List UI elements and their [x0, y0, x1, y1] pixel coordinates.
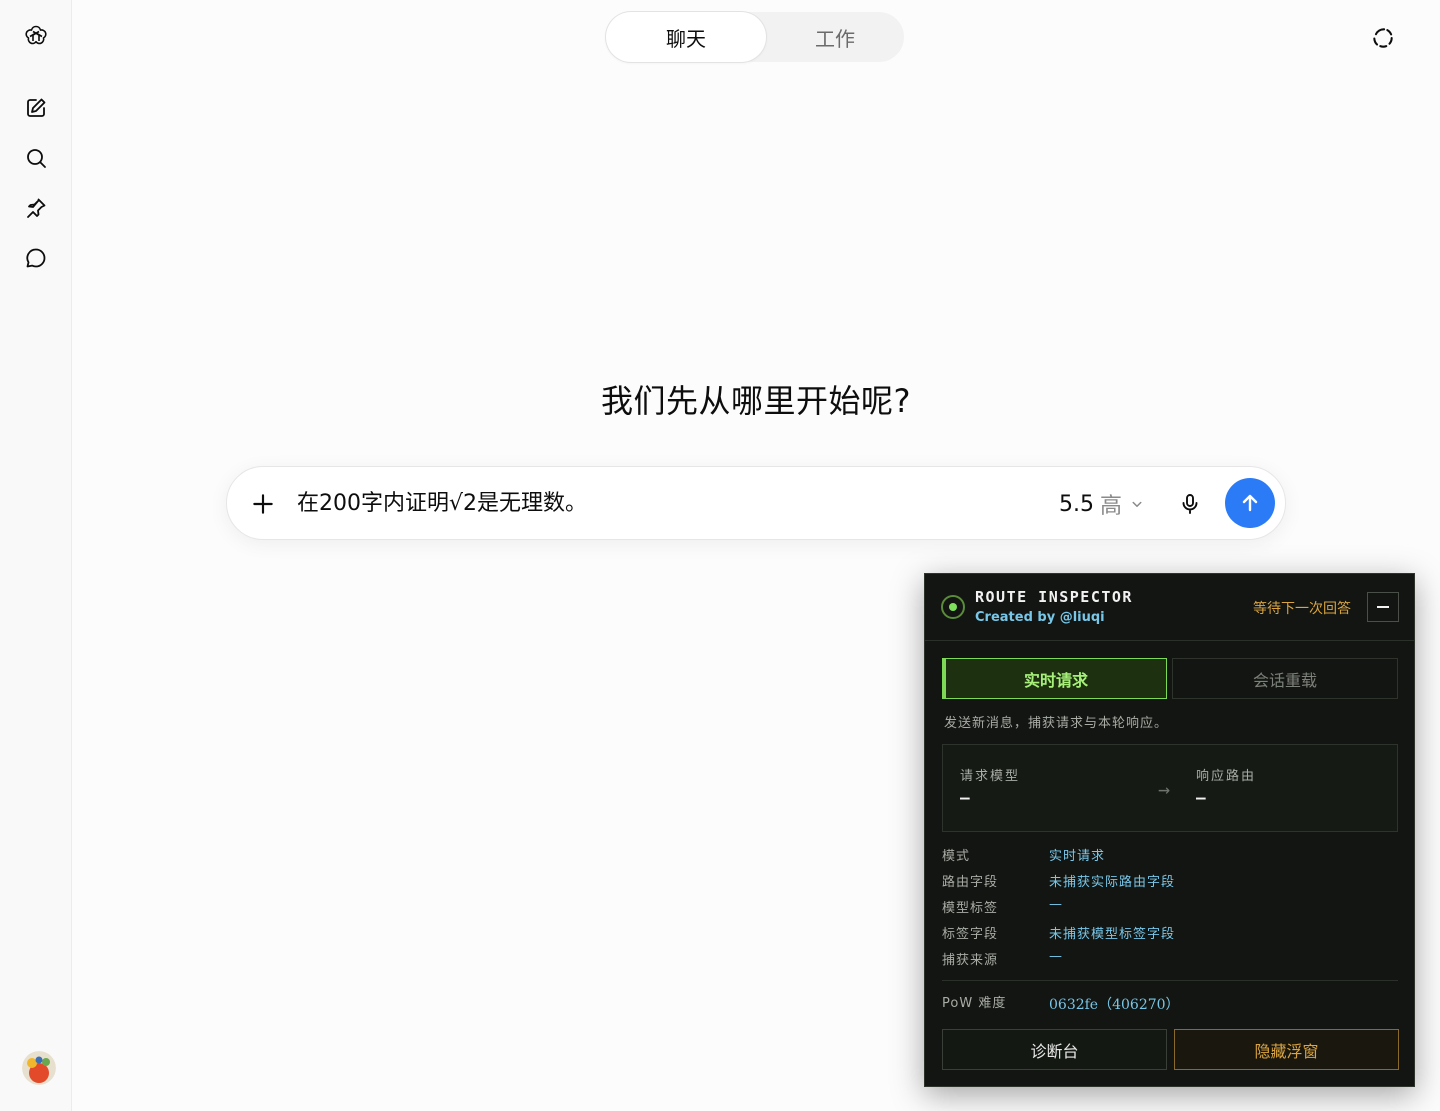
- pow-value: 0632fe（406270）: [1049, 997, 1180, 1013]
- chats-button[interactable]: [16, 238, 56, 278]
- response-route-label: 响应路由: [1196, 769, 1257, 784]
- inspector-header: ROUTE INSPECTOR Created by @liuqi 等待下一次回…: [925, 574, 1414, 641]
- status-dot-icon: [941, 595, 965, 619]
- info-value: —: [1049, 949, 1063, 964]
- model-selector[interactable]: 5.5 高: [1059, 487, 1146, 521]
- pin-button[interactable]: [16, 188, 56, 228]
- temporary-chat-icon: [1373, 28, 1393, 48]
- info-row-capture-source: 捕获来源 —: [942, 949, 1398, 969]
- info-key: 路由字段: [942, 875, 999, 890]
- avatar-image-icon: [22, 1051, 56, 1085]
- voice-input-button[interactable]: [1171, 485, 1209, 523]
- model-level: 高: [1100, 494, 1123, 519]
- attach-button[interactable]: [243, 484, 283, 524]
- search-icon: [27, 149, 46, 168]
- minus-icon: [1377, 606, 1389, 608]
- temporary-chat-button[interactable]: [1365, 20, 1401, 56]
- arrow-right-icon: →: [1158, 777, 1171, 801]
- info-value: 未捕获实际路由字段: [1049, 875, 1176, 890]
- hide-panel-button[interactable]: 隐藏浮窗: [1174, 1029, 1399, 1070]
- info-value: —: [1049, 897, 1063, 912]
- sidebar: [0, 0, 72, 1111]
- search-button[interactable]: [16, 138, 56, 178]
- arrow-up-icon: [1242, 494, 1258, 512]
- mode-switch: 聊天 工作: [606, 12, 904, 62]
- info-row-mode: 模式 实时请求: [942, 845, 1398, 865]
- user-avatar[interactable]: [22, 1051, 56, 1085]
- chat-bubble-icon: [26, 248, 46, 268]
- info-key: 模型标签: [942, 901, 999, 916]
- diagnostics-button[interactable]: 诊断台: [942, 1029, 1167, 1070]
- divider: [942, 980, 1398, 981]
- info-key: 标签字段: [942, 927, 999, 942]
- prompt-input[interactable]: 在200字内证明√2是无理数。: [297, 489, 997, 519]
- info-key: 模式: [942, 849, 971, 864]
- tab-chat[interactable]: 聊天: [606, 12, 766, 62]
- request-model-value: —: [960, 788, 970, 807]
- tab-live-request[interactable]: 实时请求: [942, 658, 1167, 699]
- minimize-button[interactable]: [1367, 592, 1399, 622]
- route-summary: 请求模型 — → 响应路由 —: [942, 744, 1398, 832]
- info-key: 捕获来源: [942, 953, 999, 968]
- inspector-status: 等待下一次回答: [1253, 601, 1351, 617]
- plus-icon: [253, 494, 273, 514]
- inspector-subtitle: Created by @liuqi: [975, 610, 1105, 625]
- model-version: 5.5: [1059, 491, 1094, 517]
- page-title: 我们先从哪里开始呢?: [601, 382, 911, 420]
- send-button[interactable]: [1225, 478, 1275, 528]
- new-chat-button[interactable]: [16, 88, 56, 128]
- microphone-icon: [1182, 494, 1198, 514]
- openai-logo-button[interactable]: [16, 16, 56, 56]
- chevron-down-icon: [1132, 501, 1142, 507]
- inspector-hint: 发送新消息，捕获请求与本轮响应。: [944, 716, 1169, 731]
- info-row-route-field: 路由字段 未捕获实际路由字段: [942, 871, 1398, 891]
- pin-icon: [27, 198, 46, 218]
- pow-label: PoW 难度: [942, 996, 1007, 1011]
- tab-session-reload[interactable]: 会话重载: [1172, 658, 1398, 699]
- inspector-title: ROUTE INSPECTOR: [975, 588, 1133, 606]
- composer: 在200字内证明√2是无理数。 5.5 高: [226, 466, 1286, 540]
- request-model-label: 请求模型: [960, 769, 1021, 784]
- openai-logo-icon: [25, 25, 47, 45]
- info-row-model-tag: 模型标签 —: [942, 897, 1398, 917]
- info-value: 未捕获模型标签字段: [1049, 927, 1176, 942]
- new-chat-icon: [27, 98, 46, 117]
- response-route-value: —: [1196, 788, 1206, 807]
- tab-work[interactable]: 工作: [766, 12, 904, 62]
- info-value: 实时请求: [1049, 849, 1106, 864]
- info-row-tag-field: 标签字段 未捕获模型标签字段: [942, 923, 1398, 943]
- pow-row: PoW 难度 0632fe（406270）: [942, 992, 1398, 1014]
- route-inspector-panel: ROUTE INSPECTOR Created by @liuqi 等待下一次回…: [924, 573, 1415, 1087]
